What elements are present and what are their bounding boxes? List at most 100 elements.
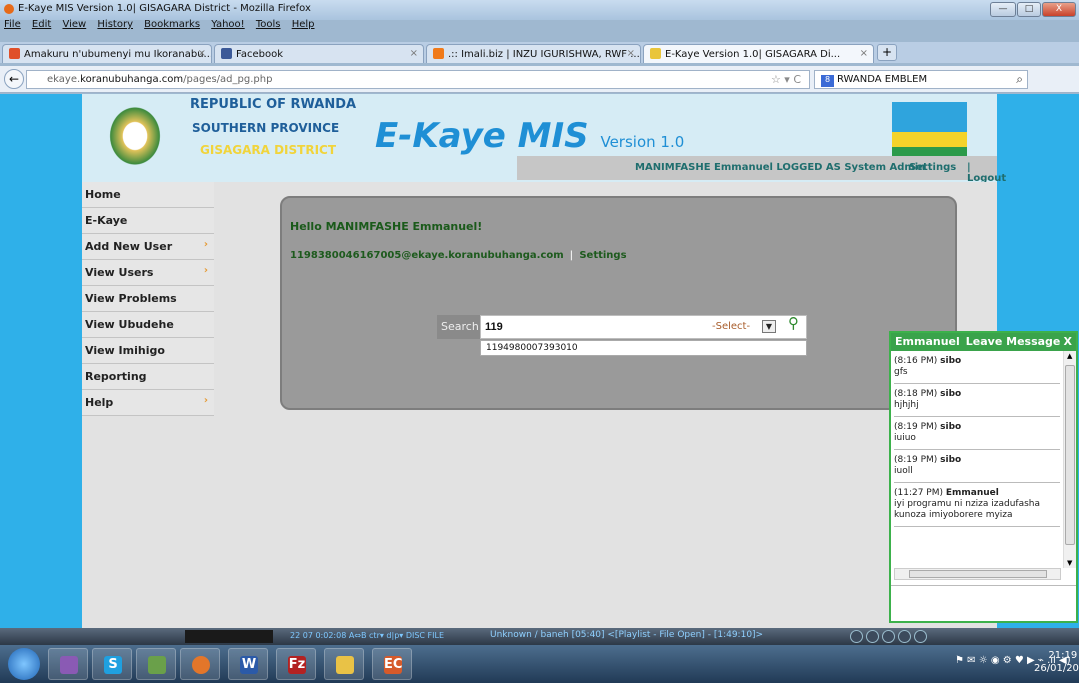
chevron-right-icon: › (203, 239, 208, 250)
sidebar-item-reporting[interactable]: Reporting (82, 364, 214, 390)
menu-tools[interactable]: Tools (256, 19, 281, 30)
chat-header: Emmanuel Leave Message X (891, 333, 1076, 351)
taskbar-app-game[interactable] (48, 648, 88, 680)
minimize-button[interactable]: — (990, 2, 1016, 17)
tab-bar: Amakuru n'ubumenyi mu Ikoranabu... × Face… (0, 42, 1079, 63)
scroll-thumb[interactable] (909, 570, 1047, 578)
sidebar-item-add-new-user[interactable]: Add New User › (82, 234, 214, 260)
logout-link[interactable]: | Logout (967, 162, 1006, 184)
scroll-thumb[interactable] (1065, 365, 1075, 545)
facebook-icon (221, 48, 232, 59)
taskbar-app-word[interactable]: W (228, 648, 268, 680)
clock-time: 21:19 (1048, 650, 1078, 661)
chat-messages[interactable]: (8:16 PM) sibo gfs (8:18 PM) sibo hjhjhj (… (891, 351, 1063, 568)
web-search-box[interactable]: 8 RWANDA EMBLEM ⌕ (814, 70, 1028, 89)
new-tab-button[interactable]: + (877, 44, 897, 61)
chat-close-button[interactable]: X (1064, 335, 1072, 348)
brand-version: Version 1.0 (600, 133, 685, 151)
greeting: Hello MANIMFASHE Emmanuel! (290, 220, 483, 233)
welcome-panel: Hello MANIMFASHE Emmanuel! 1198380046167… (280, 196, 957, 410)
window-titlebar: E-Kaye MIS Version 1.0| GISAGARA Distric… (0, 0, 1079, 20)
equalizer-display (185, 630, 273, 643)
taskbar-app-editor[interactable] (136, 648, 176, 680)
tab-label: Facebook (236, 49, 283, 60)
sidebar-item-home[interactable]: Home (82, 182, 214, 208)
address-bar[interactable]: ekaye.koranubuhanga.com/pages/ad_pg.php … (26, 70, 810, 89)
skype-icon: S (104, 656, 122, 674)
folder-icon (336, 656, 354, 674)
clock-date: 26/01/2014 (1034, 663, 1079, 674)
taskbar-app-firefox[interactable] (180, 648, 220, 680)
sidebar-item-view-problems[interactable]: View Problems (82, 286, 214, 312)
menu-file[interactable]: File (4, 19, 21, 30)
header-settings-link[interactable]: Settings (909, 162, 956, 173)
search-filter-select[interactable]: -Select- (712, 321, 750, 332)
menu-view[interactable]: View (62, 19, 86, 30)
chat-user: Emmanuel (895, 335, 960, 348)
message-time: (11:27 PM) (894, 488, 944, 498)
message-time: (8:16 PM) (894, 356, 938, 366)
menu-help[interactable]: Help (292, 19, 315, 30)
taskbar-clock[interactable]: 21:19 26/01/2014 (1034, 649, 1079, 675)
sidebar-item-label: View Users (85, 266, 154, 279)
scroll-up-icon[interactable]: ▲ (1067, 352, 1072, 360)
panel-settings-link[interactable]: Settings (579, 250, 626, 261)
user-email-link[interactable]: 1198380046167005@ekaye.koranubuhanga.com (290, 250, 564, 261)
sidebar-item-view-imihigo[interactable]: View Imihigo (82, 338, 214, 364)
sidebar-item-ekaye[interactable]: E-Kaye (82, 208, 214, 234)
scroll-down-icon[interactable]: ▼ (1067, 559, 1072, 567)
app-icon (60, 656, 78, 674)
menu-yahoo[interactable]: Yahoo! (211, 19, 244, 30)
tab-label: .:: Imali.biz | INZU IGURISHWA, RWF ... (448, 49, 640, 60)
search-icon[interactable]: ⌕ (1016, 72, 1023, 87)
message-author: sibo (940, 389, 962, 399)
sidebar-item-label: Home (85, 188, 121, 201)
stop-icon[interactable] (866, 630, 879, 643)
message-text: iuiuo (894, 433, 916, 443)
tab-close-icon[interactable]: × (860, 48, 868, 59)
menu-bar: File Edit View History Bookmarks Yahoo! … (0, 19, 1079, 32)
search-engine-icon[interactable]: 8 (821, 75, 834, 87)
bookmark-star-icon[interactable]: ☆ ▾ C (771, 73, 801, 86)
back-button[interactable]: ← (4, 69, 24, 89)
prev-icon[interactable] (850, 630, 863, 643)
tab-close-icon[interactable]: × (627, 48, 635, 59)
message-time: (8:19 PM) (894, 422, 938, 432)
sidebar-nav: Home E-Kaye Add New User › View Users › Vi… (82, 182, 214, 416)
tab-amakuru[interactable]: Amakuru n'ubumenyi mu Ikoranabu... × (2, 44, 212, 63)
play-icon[interactable] (898, 630, 911, 643)
sidebar-item-view-ubudehe[interactable]: View Ubudehe (82, 312, 214, 338)
message-author: sibo (940, 455, 962, 465)
tab-ekaye[interactable]: E-Kaye Version 1.0| GISAGARA Di... × (643, 44, 874, 63)
chevron-down-icon[interactable]: ▼ (762, 320, 776, 333)
maximize-button[interactable]: □ (1017, 2, 1041, 17)
menu-history[interactable]: History (97, 19, 133, 30)
taskbar-app-filezilla[interactable]: Fz (276, 648, 316, 680)
chat-horizontal-scrollbar[interactable] (894, 568, 1061, 580)
nav-bar: ← ekaye.koranubuhanga.com/pages/ad_pg.ph… (0, 66, 1079, 152)
sidebar-item-view-users[interactable]: View Users › (82, 260, 214, 286)
tab-close-icon[interactable]: × (410, 48, 418, 59)
menu-edit[interactable]: Edit (32, 19, 51, 30)
sidebar-item-help[interactable]: Help › (82, 390, 214, 416)
start-button[interactable] (8, 648, 40, 680)
taskbar-app-skype[interactable]: S (92, 648, 132, 680)
search-icon[interactable]: ⚲ (788, 314, 799, 332)
taskbar-app-ec[interactable]: EC (372, 648, 412, 680)
chat-message: (8:16 PM) sibo gfs (894, 351, 1060, 384)
close-window-button[interactable]: X (1042, 2, 1076, 17)
leave-message-link[interactable]: Leave Message (966, 335, 1061, 348)
url-path: /pages/ad_pg.php (183, 74, 273, 85)
menu-bookmarks[interactable]: Bookmarks (144, 19, 200, 30)
tab-facebook[interactable]: Facebook × (214, 44, 424, 63)
chat-vertical-scrollbar[interactable]: ▲ ▼ (1063, 351, 1076, 568)
next-icon[interactable] (914, 630, 927, 643)
tab-close-icon[interactable]: × (198, 48, 206, 59)
tab-imali[interactable]: .:: Imali.biz | INZU IGURISHWA, RWF ... × (426, 44, 641, 63)
pause-icon[interactable] (882, 630, 895, 643)
chat-message-input[interactable] (891, 585, 1076, 621)
taskbar-app-explorer[interactable] (324, 648, 364, 680)
firefox-icon (192, 656, 210, 674)
autocomplete-suggestion[interactable]: 1194980007393010 (480, 340, 807, 356)
search-input[interactable] (480, 315, 807, 339)
